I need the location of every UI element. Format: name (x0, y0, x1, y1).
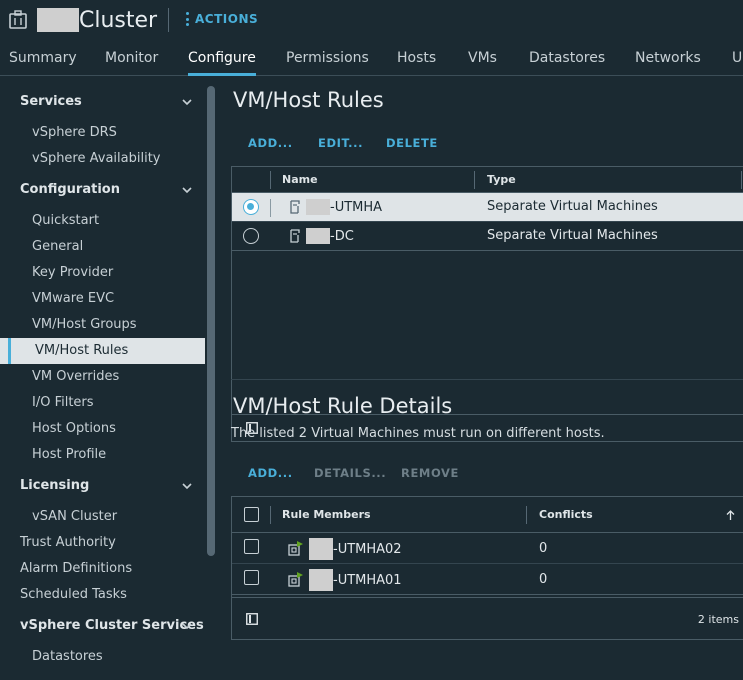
column-separator (270, 506, 271, 524)
rule-details: VM/Host Rule Details The listed 2 Virtua… (231, 76, 743, 680)
column-header-conflicts[interactable]: Conflicts (539, 508, 593, 521)
tab-permissions[interactable]: Permissions (286, 44, 369, 76)
member-name: -UTMHA02 (333, 541, 402, 557)
tab-vms[interactable]: VMs (468, 44, 497, 76)
row-checkbox[interactable] (244, 539, 259, 554)
sidebar-item-scheduled-tasks[interactable]: Scheduled Tasks (0, 582, 205, 608)
vertical-dots-icon (186, 12, 189, 26)
sidebar-item-vsan-cluster[interactable]: vSAN Cluster (0, 504, 205, 530)
sidebar-section-label: Services (20, 94, 82, 109)
item-count: 2 items (697, 613, 739, 626)
sidebar-item-quickstart[interactable]: Quickstart (0, 208, 205, 234)
sidebar-item-vsphere-availability[interactable]: vSphere Availability (0, 146, 205, 172)
sidebar-item-host-profile[interactable]: Host Profile (0, 442, 205, 468)
sidebar-item-trust-authority[interactable]: Trust Authority (0, 530, 205, 556)
chevron-down-icon (182, 99, 192, 106)
details-title: VM/Host Rule Details (233, 394, 453, 418)
configure-sidebar: Services vSphere DRS vSphere Availabilit… (0, 86, 206, 680)
sort-ascending-icon[interactable] (726, 510, 735, 520)
sidebar-item-host-options[interactable]: Host Options (0, 416, 205, 442)
member-name: -UTMHA01 (333, 572, 402, 588)
table-row[interactable]: -UTMHA02 0 (232, 533, 743, 564)
page-title-text: Cluster (79, 7, 158, 33)
redacted-name (309, 569, 333, 591)
members-grid-header: Rule Members Conflicts (232, 497, 743, 533)
members-grid-footer: 2 items (232, 597, 743, 639)
table-row[interactable]: -UTMHA01 0 (232, 564, 743, 595)
sidebar-item-vm-overrides[interactable]: VM Overrides (0, 364, 205, 390)
tab-networks[interactable]: Networks (635, 44, 701, 76)
sidebar-item-general[interactable]: General (0, 234, 205, 260)
sidebar-scrollbar[interactable] (207, 86, 215, 556)
tab-updates[interactable]: U (732, 44, 742, 76)
sidebar-section-vsphere-cluster-services[interactable]: vSphere Cluster Services (0, 613, 205, 639)
redacted-name (309, 538, 333, 560)
actions-button[interactable]: ACTIONS (186, 12, 258, 26)
column-separator (526, 506, 527, 524)
chevron-down-icon (182, 483, 192, 490)
sidebar-item-io-filters[interactable]: I/O Filters (0, 390, 205, 416)
sidebar-item-vm-host-groups[interactable]: VM/Host Groups (0, 312, 205, 338)
column-header-rule-members[interactable]: Rule Members (282, 508, 371, 521)
sidebar-item-alarm-definitions[interactable]: Alarm Definitions (0, 556, 205, 582)
sidebar-section-services[interactable]: Services (0, 89, 205, 115)
vm-icon (288, 541, 303, 556)
member-name-cell: -UTMHA01 (288, 569, 402, 591)
row-checkbox[interactable] (244, 570, 259, 585)
member-conflicts: 0 (539, 572, 548, 587)
sidebar-section-label: Licensing (20, 478, 90, 493)
add-member-button[interactable]: ADD... (248, 466, 293, 480)
sidebar-section-licensing[interactable]: Licensing (0, 473, 205, 499)
redacted-name (37, 8, 79, 32)
object-header: Cluster ACTIONS (0, 0, 743, 40)
details-button[interactable]: DETAILS... (314, 466, 386, 480)
details-description: The listed 2 Virtual Machines must run o… (231, 426, 605, 441)
tab-summary[interactable]: Summary (9, 44, 77, 76)
object-tabs: Summary Monitor Configure Permissions Ho… (0, 44, 743, 76)
sidebar-section-configuration[interactable]: Configuration (0, 177, 205, 203)
column-toggle-icon[interactable] (246, 613, 258, 625)
chevron-down-icon (182, 187, 192, 194)
page-title: Cluster (37, 5, 157, 35)
sidebar-item-vsphere-drs[interactable]: vSphere DRS (0, 120, 205, 146)
tab-hosts[interactable]: Hosts (397, 44, 436, 76)
vm-icon (288, 572, 303, 587)
sidebar-section-label: vSphere Cluster Services (20, 618, 204, 633)
details-toolbar: ADD... DETAILS... REMOVE (231, 466, 743, 482)
member-conflicts: 0 (539, 541, 548, 556)
header-divider (168, 8, 169, 32)
tab-datastores[interactable]: Datastores (529, 44, 605, 76)
tab-monitor[interactable]: Monitor (105, 44, 158, 76)
chevron-down-icon (182, 623, 192, 630)
sidebar-section-label: Configuration (20, 182, 120, 197)
tab-configure[interactable]: Configure (188, 44, 256, 76)
actions-label: ACTIONS (195, 12, 259, 26)
sidebar-item-datastores[interactable]: Datastores (0, 644, 205, 670)
select-all-checkbox[interactable] (244, 507, 259, 522)
remove-member-button[interactable]: REMOVE (401, 466, 459, 480)
sidebar-item-key-provider[interactable]: Key Provider (0, 260, 205, 286)
sidebar-item-vm-host-rules[interactable]: VM/Host Rules (0, 338, 205, 364)
cluster-icon (9, 10, 27, 29)
member-name-cell: -UTMHA02 (288, 538, 402, 560)
sidebar-item-vmware-evc[interactable]: VMware EVC (0, 286, 205, 312)
members-grid: Rule Members Conflicts -UTMHA02 0 -UTMHA… (231, 496, 743, 640)
